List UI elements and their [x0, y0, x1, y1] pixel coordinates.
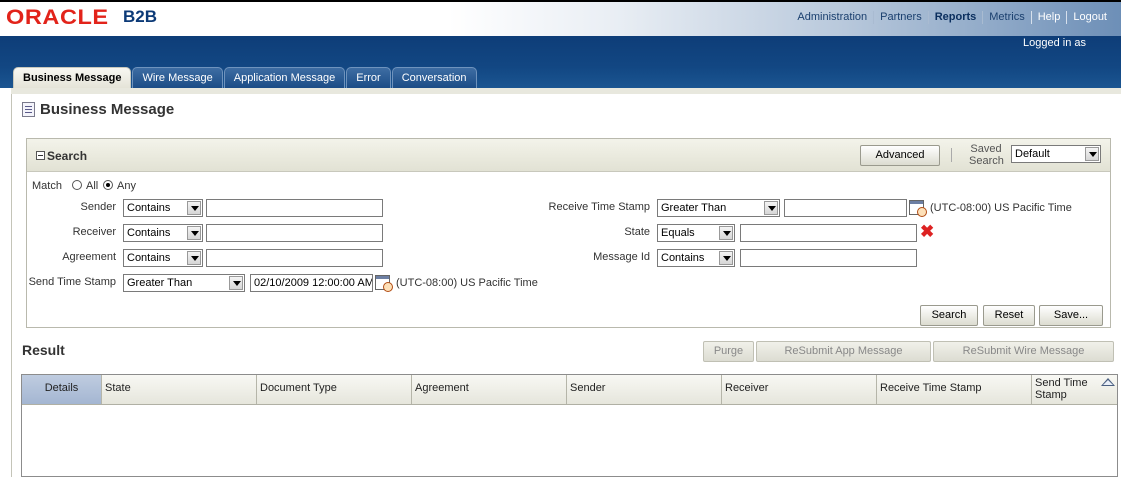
send-time-operator-select[interactable]: Greater Than: [123, 274, 245, 292]
match-any-radio[interactable]: [103, 180, 113, 190]
send-time-operator-value: Greater Than: [127, 277, 193, 289]
oracle-logo: ORACLE: [6, 6, 109, 29]
top-strip: [0, 0, 1121, 2]
main-tabs: Business Message Wire Message Applicatio…: [13, 67, 478, 88]
message-id-operator-select[interactable]: Contains: [657, 249, 735, 267]
search-header: Search Advanced Saved Search Default: [27, 139, 1110, 172]
nav-reports[interactable]: Reports: [927, 11, 983, 24]
message-id-label: Message Id: [593, 251, 650, 263]
page-title: Business Message: [40, 101, 175, 118]
receive-time-operator-value: Greater Than: [661, 202, 727, 214]
result-title: Result: [22, 342, 65, 358]
remove-icon[interactable]: ✖: [920, 223, 934, 240]
tab-conversation[interactable]: Conversation: [391, 67, 477, 88]
saved-search-value: Default: [1015, 148, 1050, 160]
message-id-input[interactable]: [740, 249, 917, 267]
resubmit-wire-message-button[interactable]: ReSubmit Wire Message: [933, 341, 1114, 362]
state-operator-value: Equals: [661, 227, 695, 239]
calendar-icon[interactable]: [909, 200, 927, 217]
receive-time-stamp-label: Receive Time Stamp: [548, 201, 650, 213]
saved-search-select[interactable]: Default: [1011, 145, 1101, 163]
agreement-input[interactable]: [206, 249, 383, 267]
nav-logout[interactable]: Logout: [1066, 11, 1113, 24]
reset-button[interactable]: Reset: [983, 305, 1035, 326]
agreement-operator-select[interactable]: Contains: [123, 249, 203, 267]
nav-help[interactable]: Help: [1030, 11, 1067, 24]
send-time-timezone: (UTC-08:00) US Pacific Time: [396, 277, 538, 289]
product-name: B2B: [123, 7, 158, 26]
sender-input[interactable]: [206, 199, 383, 217]
content-top-band: [11, 88, 1121, 94]
match-any-label: Any: [117, 180, 136, 192]
calendar-icon[interactable]: [375, 275, 393, 292]
column-header-sender[interactable]: Sender: [567, 375, 722, 404]
purge-button[interactable]: Purge: [703, 341, 754, 362]
page-document-icon: [22, 102, 35, 117]
tab-business-message[interactable]: Business Message: [13, 67, 132, 88]
sender-operator-value: Contains: [127, 202, 171, 214]
state-operator-select[interactable]: Equals: [657, 224, 735, 242]
nav-administration[interactable]: Administration: [791, 11, 873, 24]
column-header-agreement[interactable]: Agreement: [412, 375, 567, 404]
column-header-state[interactable]: State: [102, 375, 257, 404]
match-label: Match: [32, 180, 62, 192]
saved-search-label: Saved Search: [969, 143, 1004, 167]
receiver-operator-select[interactable]: Contains: [123, 224, 203, 242]
match-all-radio[interactable]: [72, 180, 82, 190]
search-title: Search: [47, 149, 88, 163]
column-header-details[interactable]: Details: [22, 375, 102, 404]
result-table-header: Details State Document Type Agreement Se…: [22, 375, 1117, 405]
logged-in-text: Logged in as: [1023, 37, 1086, 49]
column-header-receiver[interactable]: Receiver: [722, 375, 877, 404]
column-header-send-time-stamp[interactable]: Send Time Stamp: [1032, 375, 1117, 404]
sender-operator-select[interactable]: Contains: [123, 199, 203, 217]
collapse-icon[interactable]: [36, 151, 45, 160]
chevron-down-icon: [229, 276, 243, 290]
receiver-input[interactable]: [206, 224, 383, 242]
state-input[interactable]: [740, 224, 917, 242]
nav-partners[interactable]: Partners: [873, 11, 928, 24]
send-time-input[interactable]: 02/10/2009 12:00:00 AM: [250, 274, 373, 292]
column-header-document-type[interactable]: Document Type: [257, 375, 412, 404]
message-id-operator-value: Contains: [661, 252, 705, 264]
divider: [951, 148, 952, 162]
tab-wire-message[interactable]: Wire Message: [132, 67, 223, 88]
chevron-down-icon: [187, 226, 201, 240]
result-table: Details State Document Type Agreement Se…: [21, 374, 1118, 477]
chevron-down-icon: [719, 251, 733, 265]
send-time-stamp-header-text: Send Time Stamp: [1035, 377, 1088, 401]
advanced-button[interactable]: Advanced: [860, 145, 940, 166]
receiver-operator-value: Contains: [127, 227, 171, 239]
chevron-down-icon: [719, 226, 733, 240]
search-panel: Search Advanced Saved Search Default Mat…: [26, 138, 1111, 328]
chevron-down-icon: [764, 201, 778, 215]
sort-ascending-icon[interactable]: [1101, 378, 1115, 386]
match-all-label: All: [86, 180, 99, 192]
nav-metrics[interactable]: Metrics: [982, 11, 1030, 24]
receive-time-timezone: (UTC-08:00) US Pacific Time: [930, 202, 1072, 214]
receive-time-input[interactable]: [784, 199, 907, 217]
resubmit-app-message-button[interactable]: ReSubmit App Message: [756, 341, 931, 362]
global-nav: Administration Partners Reports Metrics …: [791, 11, 1113, 24]
chevron-down-icon: [187, 251, 201, 265]
state-label: State: [624, 226, 650, 238]
agreement-operator-value: Contains: [127, 252, 171, 264]
tab-application-message[interactable]: Application Message: [223, 67, 346, 88]
sender-label: Sender: [80, 201, 116, 213]
chevron-down-icon: [1085, 147, 1099, 161]
receiver-label: Receiver: [72, 226, 116, 238]
save-button[interactable]: Save...: [1039, 305, 1103, 326]
column-header-receive-time-stamp[interactable]: Receive Time Stamp: [877, 375, 1032, 404]
search-button[interactable]: Search: [920, 305, 978, 326]
tab-error[interactable]: Error: [346, 67, 391, 88]
agreement-label: Agreement: [62, 251, 116, 263]
send-time-stamp-label: Send Time Stamp: [28, 276, 116, 288]
chevron-down-icon: [187, 201, 201, 215]
receive-time-operator-select[interactable]: Greater Than: [657, 199, 780, 217]
